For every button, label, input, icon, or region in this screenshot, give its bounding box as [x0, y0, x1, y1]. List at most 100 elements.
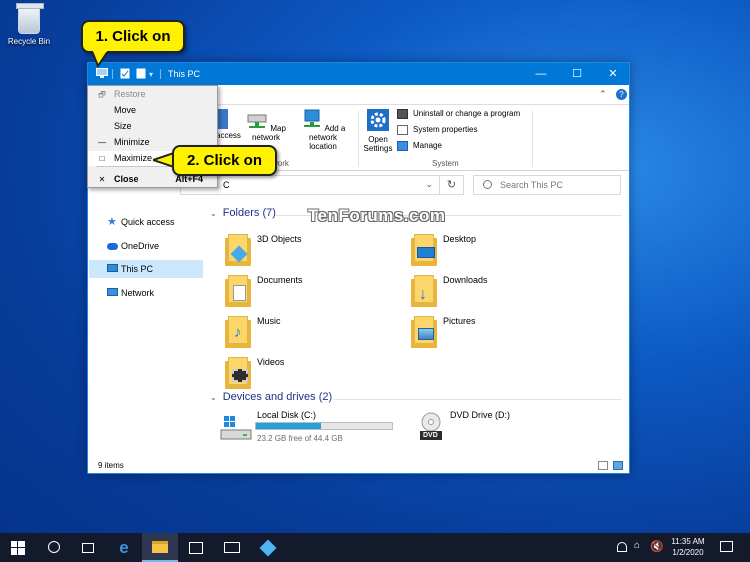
mail-taskbar-button[interactable] [214, 533, 250, 562]
folder-item[interactable]: Pictures [411, 314, 561, 354]
people-tray-icon[interactable] [617, 542, 627, 552]
refresh-button[interactable]: ↻ [440, 175, 464, 195]
search-input[interactable]: Search This PC [473, 175, 621, 195]
add-network-location-label-2: location [309, 142, 337, 151]
folder-label: Documents [257, 275, 303, 285]
large-icons-view-icon[interactable] [613, 461, 623, 470]
section-divider [333, 399, 621, 400]
folder-videos-icon [225, 357, 251, 389]
menu-item-size[interactable]: Size [88, 119, 217, 134]
recycle-bin-icon [16, 3, 44, 34]
menu-item-close-label: Close [114, 174, 139, 184]
nav-this-pc[interactable]: This PC [89, 260, 203, 278]
window-title: This PC [168, 69, 201, 79]
computer-icon[interactable] [96, 68, 108, 79]
drive-d-label: DVD Drive (D:) [450, 410, 510, 420]
new-folder-icon[interactable] [136, 68, 146, 79]
folder-item[interactable]: 3D Objects [225, 232, 375, 272]
network-icon [107, 288, 118, 296]
address-bar[interactable]: C ⌄ [180, 175, 440, 195]
taskbar-clock[interactable]: 11:35 AM 1/2/2020 [664, 536, 712, 558]
task-view-button[interactable] [70, 533, 106, 562]
access-media-button[interactable]: access [216, 109, 241, 140]
folder-label: Desktop [443, 234, 477, 244]
notifications-icon[interactable] [720, 541, 733, 552]
folder-3d-objects-icon [225, 234, 251, 266]
ribbon-expand-icon[interactable]: ⌃ [599, 89, 607, 100]
edge-taskbar-button[interactable]: e [106, 533, 142, 562]
system-properties-label: System properties [413, 125, 478, 134]
nav-onedrive[interactable]: OneDrive [89, 237, 203, 255]
folder-pictures-icon [411, 316, 437, 348]
cortana-icon [48, 541, 60, 553]
folder-item[interactable]: Desktop [411, 232, 561, 272]
folder-label: Videos [257, 357, 285, 367]
edge-icon: e [119, 538, 129, 557]
star-icon: ★ [107, 216, 117, 228]
drive-item-c[interactable]: Local Disk (C:) 23.2 GB free of 44.4 GB [220, 408, 405, 446]
network-tray-icon[interactable]: ⌂ [634, 540, 640, 551]
nav-network[interactable]: Network [89, 284, 203, 302]
maximize-button[interactable]: ☐ [559, 63, 595, 85]
folder-item[interactable]: Documents [225, 273, 375, 313]
folder-item[interactable]: ♪ Music [225, 314, 375, 354]
cloud-icon [107, 243, 118, 250]
title-bar[interactable]: ▾ This PC — ☐ ✕ [88, 63, 629, 85]
menu-item-move[interactable]: Move [88, 103, 217, 118]
file-explorer-taskbar-button[interactable] [142, 533, 178, 562]
folder-item[interactable]: ↓ Downloads [411, 273, 561, 313]
access-media-label: access [216, 131, 241, 140]
folder-item[interactable]: Videos [225, 355, 375, 395]
uninstall-program-button[interactable]: Uninstall or change a program [397, 107, 520, 121]
menu-item-size-label: Size [114, 121, 132, 131]
computer-manage-icon [397, 141, 408, 151]
uninstall-program-label: Uninstall or change a program [413, 109, 521, 118]
chevron-down-icon: ⌄ [210, 209, 217, 218]
minimize-button[interactable]: — [523, 63, 559, 85]
store-taskbar-button[interactable] [178, 533, 214, 562]
drive-item-d[interactable]: DVD DVD Drive (D:) [418, 408, 568, 446]
address-dropdown-icon[interactable]: ⌄ [425, 179, 433, 190]
close-button[interactable]: ✕ [595, 63, 631, 85]
menu-item-restore[interactable]: 🗗 Restore [88, 87, 217, 102]
system-properties-button[interactable]: System properties [397, 123, 477, 137]
drive-c-usage-bar [255, 422, 393, 430]
manage-button[interactable]: Manage [397, 139, 442, 153]
task-view-icon [82, 543, 94, 553]
search-taskbar-button[interactable] [36, 533, 72, 562]
address-path-fragment: C [223, 180, 230, 190]
recycle-bin-desktop-icon[interactable]: Recycle Bin [4, 3, 54, 46]
nav-onedrive-label: OneDrive [121, 241, 160, 251]
open-settings-label-1: Open [368, 135, 388, 144]
details-view-icon[interactable] [598, 461, 608, 470]
windows-logo-icon [11, 541, 25, 555]
toolbar-separator [160, 69, 161, 79]
callout-step-2-text: 2. Click on [186, 152, 263, 169]
properties-icon[interactable] [120, 68, 130, 79]
nav-quick-access-label: Quick access [121, 217, 175, 227]
nav-quick-access[interactable]: ★ Quick access [89, 213, 203, 231]
open-settings-button[interactable]: Open Settings [361, 109, 395, 153]
uninstall-icon [397, 109, 408, 119]
add-network-location-button[interactable]: Add a network location [293, 109, 353, 151]
start-button[interactable] [0, 533, 36, 562]
volume-muted-icon[interactable]: 🔇 [650, 540, 664, 553]
refresh-icon: ↻ [446, 179, 457, 191]
callout-step-1: 1. Click on [81, 20, 185, 53]
app-taskbar-button[interactable] [250, 533, 286, 562]
devices-section-header[interactable]: ⌄ Devices and drives (2) [210, 391, 332, 403]
minimize-icon: — [98, 138, 106, 147]
map-network-drive-button[interactable]: Map network [240, 109, 292, 142]
nav-network-label: Network [121, 288, 155, 298]
close-icon: ✕ [98, 175, 106, 184]
tenforums-watermark: TenForums.com [308, 206, 446, 225]
folders-section-header[interactable]: ⌄ Folders (7) [210, 207, 276, 219]
dvd-badge: DVD [423, 432, 438, 439]
search-placeholder: Search This PC [500, 180, 563, 190]
maximize-icon: □ [99, 154, 105, 163]
restore-icon: 🗗 [98, 90, 106, 99]
open-settings-label-2: Settings [363, 144, 393, 153]
quick-access-dropdown-icon[interactable]: ▾ [149, 70, 153, 79]
help-icon[interactable]: ? [616, 89, 627, 100]
drive-c-usage-fill [256, 423, 322, 429]
